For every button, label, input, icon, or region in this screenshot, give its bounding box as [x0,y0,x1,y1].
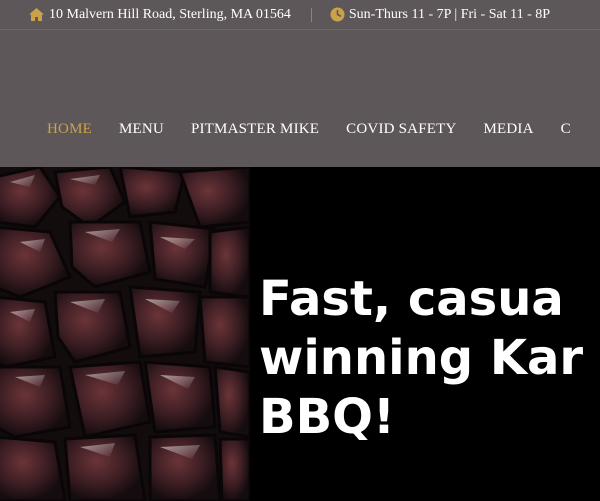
hero-headline: Fast, casua winning Kar BBQ! [259,270,583,447]
nav-item-menu[interactable]: MENU [119,121,164,138]
address-text: 10 Malvern Hill Road, Sterling, MA 01564 [49,6,291,22]
top-info-bar: 10 Malvern Hill Road, Sterling, MA 01564… [0,0,600,30]
hero-line-2: winning Kar [259,330,584,386]
divider [310,7,312,22]
clock-icon [330,7,345,22]
nav-item-media[interactable]: MEDIA [484,121,534,138]
nav-item-pitmaster-mike[interactable]: PITMASTER MIKE [191,121,319,138]
nav-item-contact[interactable]: C [561,121,571,138]
main-navigation: HOME MENU PITMASTER MIKE COVID SAFETY ME… [0,30,600,167]
nav-item-covid-safety[interactable]: COVID SAFETY [346,121,456,138]
hero-line-3: BBQ! [259,389,395,445]
hero-section: Fast, casua winning Kar BBQ! [0,167,600,501]
address-info: 10 Malvern Hill Road, Sterling, MA 01564 [28,7,291,23]
nav-menu: HOME MENU PITMASTER MIKE COVID SAFETY ME… [47,121,598,138]
bbq-burnt-ends-image [0,167,250,501]
hero-line-1: Fast, casua [259,271,564,327]
nav-item-home[interactable]: HOME [47,121,92,138]
hours-text: Sun-Thurs 11 - 7P | Fri - Sat 11 - 8P [348,6,551,22]
bbq-meat-illustration [0,167,250,501]
hours-info: Sun-Thurs 11 - 7P | Fri - Sat 11 - 8P [330,7,550,23]
home-icon [29,8,44,21]
